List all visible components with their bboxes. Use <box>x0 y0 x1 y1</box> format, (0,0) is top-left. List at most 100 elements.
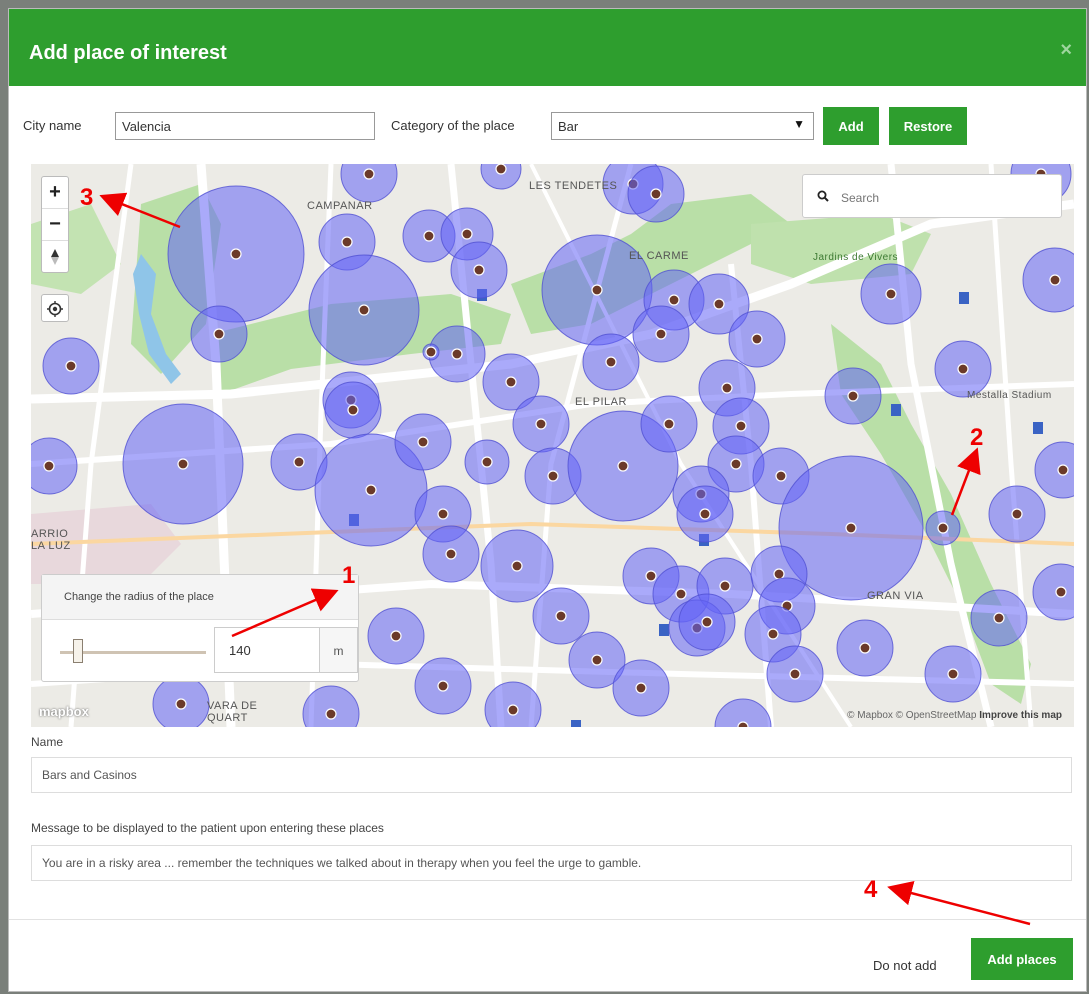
modal-header: Add place of interest × <box>9 9 1086 86</box>
place-marker[interactable] <box>617 460 629 472</box>
radius-panel-title: Change the radius of the place <box>42 575 358 620</box>
place-marker[interactable] <box>675 588 687 600</box>
place-marker[interactable] <box>547 470 559 482</box>
place-marker[interactable] <box>481 456 493 468</box>
place-marker[interactable] <box>341 236 353 248</box>
restore-button[interactable]: Restore <box>889 107 967 145</box>
place-marker[interactable] <box>325 708 337 720</box>
place-marker[interactable] <box>1057 464 1069 476</box>
radius-slider-thumb[interactable] <box>72 639 83 663</box>
place-marker[interactable] <box>699 508 711 520</box>
add-places-button[interactable]: Add places <box>971 938 1073 980</box>
category-select[interactable]: Bar ▼ <box>551 112 814 140</box>
place-radius-circle[interactable] <box>1022 247 1074 313</box>
place-marker[interactable] <box>511 560 523 572</box>
locate-icon[interactable] <box>41 294 69 322</box>
category-label: Category of the place <box>391 118 515 133</box>
place-marker[interactable] <box>591 654 603 666</box>
place-marker[interactable] <box>437 508 449 520</box>
map-view[interactable]: LES TENDETES CAMPANAR EL CARME Jardins d… <box>31 164 1074 727</box>
place-marker[interactable] <box>230 248 242 260</box>
place-marker[interactable] <box>701 616 713 628</box>
place-marker[interactable] <box>947 668 959 680</box>
place-marker[interactable] <box>655 328 667 340</box>
place-marker[interactable] <box>775 470 787 482</box>
place-marker[interactable] <box>1049 274 1061 286</box>
place-marker[interactable] <box>555 610 567 622</box>
place-marker[interactable] <box>425 346 437 358</box>
place-marker[interactable] <box>43 460 55 472</box>
place-radius-circle[interactable] <box>302 685 360 727</box>
place-marker[interactable] <box>937 522 949 534</box>
place-marker[interactable] <box>461 228 473 240</box>
place-marker[interactable] <box>767 628 779 640</box>
map-search-input[interactable] <box>839 187 1053 209</box>
radius-panel: Change the radius of the place m <box>41 574 359 682</box>
add-button[interactable]: Add <box>823 107 879 145</box>
place-marker[interactable] <box>591 284 603 296</box>
place-marker[interactable] <box>845 522 857 534</box>
place-marker[interactable] <box>451 348 463 360</box>
place-radius-circle[interactable] <box>1032 563 1074 621</box>
place-marker[interactable] <box>65 360 77 372</box>
improve-map-link[interactable]: Improve this map <box>979 710 1062 721</box>
place-marker[interactable] <box>423 230 435 242</box>
place-marker[interactable] <box>437 680 449 692</box>
zoom-out-button[interactable]: − <box>42 209 68 241</box>
map-label-arrio-la-luz: ARRIO LA LUZ <box>31 528 71 552</box>
place-marker[interactable] <box>668 294 680 306</box>
place-marker[interactable] <box>358 304 370 316</box>
attribution-text[interactable]: © Mapbox © OpenStreetMap <box>847 710 976 721</box>
place-marker[interactable] <box>735 420 747 432</box>
place-marker[interactable] <box>365 484 377 496</box>
place-marker[interactable] <box>663 418 675 430</box>
place-marker[interactable] <box>859 642 871 654</box>
place-marker[interactable] <box>177 458 189 470</box>
place-marker[interactable] <box>445 548 457 560</box>
place-marker[interactable] <box>635 682 647 694</box>
place-marker[interactable] <box>751 333 763 345</box>
place-marker[interactable] <box>1011 508 1023 520</box>
place-marker[interactable] <box>721 382 733 394</box>
place-marker[interactable] <box>347 404 359 416</box>
message-input[interactable] <box>31 845 1072 881</box>
place-marker[interactable] <box>847 390 859 402</box>
close-icon[interactable]: × <box>1060 39 1072 62</box>
place-marker[interactable] <box>1055 586 1067 598</box>
place-marker[interactable] <box>535 418 547 430</box>
place-marker[interactable] <box>507 704 519 716</box>
place-marker[interactable] <box>773 568 785 580</box>
place-marker[interactable] <box>645 570 657 582</box>
map-label-mestalla: Mestalla Stadium <box>967 390 1052 401</box>
place-marker[interactable] <box>719 580 731 592</box>
place-marker[interactable] <box>993 612 1005 624</box>
city-name-input[interactable] <box>115 112 375 140</box>
place-marker[interactable] <box>650 188 662 200</box>
zoom-in-button[interactable]: + <box>42 177 68 209</box>
place-marker[interactable] <box>957 363 969 375</box>
place-marker[interactable] <box>363 168 375 180</box>
map-label-tendetes: LES TENDETES <box>529 180 618 192</box>
place-marker[interactable] <box>885 288 897 300</box>
place-marker[interactable] <box>730 458 742 470</box>
place-marker[interactable] <box>505 376 517 388</box>
place-marker[interactable] <box>213 328 225 340</box>
radius-input[interactable] <box>214 627 320 673</box>
mapbox-logo[interactable]: mapbox <box>39 704 89 719</box>
chevron-down-icon: ▼ <box>793 117 805 131</box>
place-marker[interactable] <box>417 436 429 448</box>
place-marker[interactable] <box>473 264 485 276</box>
place-marker[interactable] <box>495 164 507 175</box>
do-not-add-button[interactable]: Do not add <box>873 958 937 973</box>
place-marker[interactable] <box>605 356 617 368</box>
place-marker[interactable] <box>789 668 801 680</box>
place-marker[interactable] <box>175 698 187 710</box>
place-marker[interactable] <box>737 721 749 727</box>
annotation-1: 1 <box>342 562 356 589</box>
place-marker[interactable] <box>390 630 402 642</box>
place-marker[interactable] <box>293 456 305 468</box>
name-input[interactable] <box>31 757 1072 793</box>
place-marker[interactable] <box>713 298 725 310</box>
compass-icon[interactable] <box>42 241 68 272</box>
city-name-label: City name <box>23 118 82 133</box>
